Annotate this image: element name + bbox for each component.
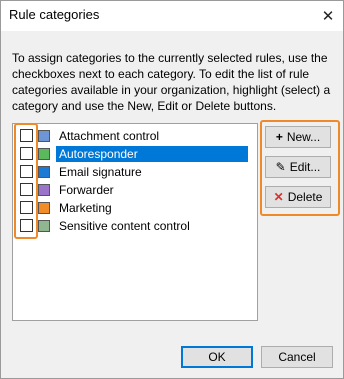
list-item[interactable]: Forwarder xyxy=(13,181,257,199)
edit-button[interactable]: ✎ Edit... xyxy=(265,156,331,178)
list-item[interactable]: Email signature xyxy=(13,163,257,181)
category-color-swatch xyxy=(38,184,50,196)
categories-list[interactable]: Attachment control Autoresponder Email s… xyxy=(12,123,258,321)
list-item[interactable]: Autoresponder xyxy=(13,145,257,163)
pencil-icon: ✎ xyxy=(275,160,286,174)
list-item[interactable]: Sensitive content control xyxy=(13,217,257,235)
category-color-swatch xyxy=(38,220,50,232)
category-label: Email signature xyxy=(59,165,142,179)
delete-button-label: Delete xyxy=(287,190,323,204)
instructions-text: To assign categories to the currently se… xyxy=(12,51,331,113)
dialog-content: To assign categories to the currently se… xyxy=(1,31,343,331)
x-icon: ✕ xyxy=(273,190,284,204)
ok-button-label: OK xyxy=(208,350,226,364)
cancel-button-label: Cancel xyxy=(278,350,316,364)
new-button[interactable]: + New... xyxy=(265,126,331,148)
category-label: Sensitive content control xyxy=(59,219,190,233)
cancel-button[interactable]: Cancel xyxy=(261,346,333,368)
category-color-swatch xyxy=(38,166,50,178)
plus-icon: + xyxy=(275,130,283,144)
category-color-swatch xyxy=(38,148,50,160)
edit-button-label: Edit... xyxy=(289,160,321,174)
category-label: Marketing xyxy=(59,201,112,215)
category-label: Autoresponder xyxy=(56,146,248,162)
title-bar: Rule categories ✕ xyxy=(1,1,343,31)
rule-categories-dialog: Rule categories ✕ To assign categories t… xyxy=(0,0,344,379)
checkbox-column-highlight xyxy=(14,123,38,239)
category-color-swatch xyxy=(38,130,50,142)
new-button-label: New... xyxy=(286,130,321,144)
category-label: Forwarder xyxy=(59,183,114,197)
delete-button[interactable]: ✕ Delete xyxy=(265,186,331,208)
dialog-footer: OK Cancel xyxy=(1,331,343,378)
ok-button[interactable]: OK xyxy=(181,346,253,368)
dialog-title: Rule categories xyxy=(9,7,100,22)
category-label: Attachment control xyxy=(59,129,160,143)
list-item[interactable]: Attachment control xyxy=(13,127,257,145)
list-item[interactable]: Marketing xyxy=(13,199,257,217)
close-icon[interactable]: ✕ xyxy=(313,1,343,31)
category-color-swatch xyxy=(38,202,50,214)
